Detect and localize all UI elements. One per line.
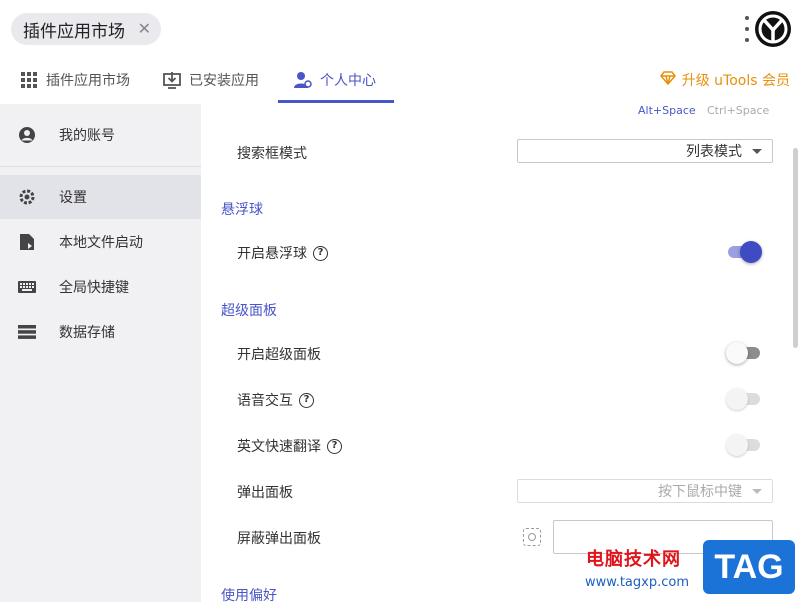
user-gear-icon xyxy=(294,71,312,89)
label-text: 弹出面板 xyxy=(237,485,293,501)
floating-ball-label: 开启悬浮球 ? xyxy=(237,243,328,263)
voice-interaction-toggle[interactable] xyxy=(726,388,762,410)
quick-translate-label: 英文快速翻译 ? xyxy=(237,436,342,456)
tab-label: 已安装应用 xyxy=(189,73,259,89)
watermark-badge: TAG xyxy=(703,540,795,594)
super-panel-label: 开启超级面板 xyxy=(237,344,321,364)
keyboard-icon xyxy=(18,278,36,296)
hotkey-option[interactable]: Alt+Space xyxy=(638,104,696,117)
sidebar-divider xyxy=(0,166,201,167)
sidebar-item-settings[interactable]: 设置 xyxy=(0,175,201,219)
close-icon[interactable]: ✕ xyxy=(138,19,151,38)
storage-icon xyxy=(18,323,36,341)
sidebar: 我的账号 设置 本地文件启动 全局快捷键 数据存储 xyxy=(0,104,201,602)
toggle-knob xyxy=(726,388,748,410)
settings-panel: Alt+Space Ctrl+Space 搜索框模式 列表模式 悬浮球 开启悬浮… xyxy=(201,104,802,602)
label-text: 搜索框模式 xyxy=(237,146,307,162)
popup-panel-select[interactable]: 按下鼠标中键 xyxy=(517,479,773,503)
chevron-down-icon xyxy=(752,149,762,154)
floating-ball-toggle[interactable] xyxy=(726,241,762,263)
label-text: 开启超级面板 xyxy=(237,347,321,363)
more-menu-icon[interactable] xyxy=(743,16,751,42)
app-tab-title: 插件应用市场 xyxy=(23,21,125,42)
tab-plugin-market[interactable]: 插件应用市场 xyxy=(20,56,130,104)
toggle-knob xyxy=(726,434,748,456)
label-text: 开启悬浮球 xyxy=(237,246,307,262)
sidebar-item-label: 设置 xyxy=(59,190,87,206)
help-icon[interactable]: ? xyxy=(313,245,328,261)
account-icon xyxy=(18,126,36,144)
select-value: 列表模式 xyxy=(686,144,742,160)
label-text: 语音交互 xyxy=(237,393,293,409)
help-icon[interactable]: ? xyxy=(299,392,314,408)
hotkey-option[interactable]: Ctrl+Space xyxy=(707,104,769,117)
app-tab-pill[interactable]: 插件应用市场 ✕ xyxy=(11,13,161,45)
diamond-icon xyxy=(659,71,676,89)
select-value: 按下鼠标中键 xyxy=(658,484,742,500)
sidebar-item-file-launch[interactable]: 本地文件启动 xyxy=(0,220,201,264)
section-title-super-panel: 超级面板 xyxy=(221,303,277,319)
download-icon xyxy=(163,71,181,89)
search-mode-label: 搜索框模式 xyxy=(237,143,307,163)
tab-installed[interactable]: 已安装应用 xyxy=(163,56,259,104)
grid-icon xyxy=(20,71,38,89)
toggle-knob xyxy=(726,342,748,364)
content-scrollbar[interactable] xyxy=(793,148,798,348)
search-mode-select[interactable]: 列表模式 xyxy=(517,139,773,163)
watermark-text: 电脑技术网 xyxy=(586,549,681,570)
upgrade-button[interactable]: 升级 uTools 会员 xyxy=(659,56,790,104)
gear-icon xyxy=(18,188,36,206)
sidebar-item-label: 我的账号 xyxy=(59,128,115,144)
active-tab-indicator xyxy=(278,100,394,103)
sidebar-item-storage[interactable]: 数据存储 xyxy=(0,310,201,354)
voice-interaction-label: 语音交互 ? xyxy=(237,390,314,410)
upgrade-label: 升级 uTools 会员 xyxy=(681,73,790,89)
window-capture-icon[interactable] xyxy=(523,528,541,546)
chevron-down-icon xyxy=(752,489,762,494)
block-popup-label: 屏蔽弹出面板 xyxy=(237,528,321,548)
title-bar: 插件应用市场 ✕ xyxy=(0,0,802,56)
label-text: 屏蔽弹出面板 xyxy=(237,531,321,547)
section-title-preferences: 使用偏好 xyxy=(221,588,277,602)
quick-translate-toggle[interactable] xyxy=(726,434,762,456)
utools-logo-icon[interactable] xyxy=(755,11,791,47)
popup-panel-label: 弹出面板 xyxy=(237,482,293,502)
tab-label: 个人中心 xyxy=(320,73,376,89)
tab-personal-center[interactable]: 个人中心 xyxy=(294,56,376,104)
section-title-floating-ball: 悬浮球 xyxy=(221,202,263,218)
sidebar-item-label: 数据存储 xyxy=(59,325,115,341)
watermark-url: www.tagxp.com xyxy=(585,575,689,590)
sidebar-item-label: 本地文件启动 xyxy=(59,235,143,251)
file-launch-icon xyxy=(18,233,36,251)
toggle-knob xyxy=(740,241,762,263)
sidebar-item-label: 全局快捷键 xyxy=(59,280,129,296)
tab-label: 插件应用市场 xyxy=(46,73,130,89)
super-panel-toggle[interactable] xyxy=(726,342,762,364)
help-icon[interactable]: ? xyxy=(327,438,342,454)
sidebar-item-shortcuts[interactable]: 全局快捷键 xyxy=(0,265,201,309)
label-text: 英文快速翻译 xyxy=(237,439,321,455)
sidebar-item-account[interactable]: 我的账号 xyxy=(0,113,201,157)
